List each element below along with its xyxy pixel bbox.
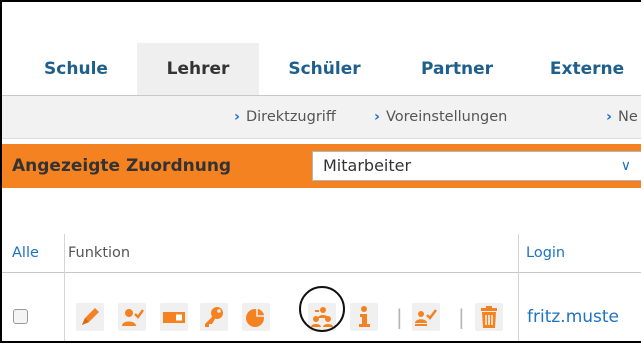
group-assign-icon[interactable] (308, 303, 336, 331)
chevron-down-icon: ∨ (620, 158, 631, 174)
chevron-right-icon: › (234, 109, 240, 125)
breadcrumb-voreinstellungen[interactable]: › Voreinstellungen (374, 96, 507, 138)
tab-schueler[interactable]: Schüler (267, 43, 382, 95)
table-row: | | fritz.muste (2, 273, 641, 341)
row-checkbox[interactable] (13, 309, 28, 324)
user-check-icon[interactable] (118, 303, 146, 331)
pencil-icon[interactable] (76, 303, 104, 331)
select-all-link[interactable]: Alle (12, 234, 39, 272)
function-column-header: Funktion (68, 245, 131, 261)
assignment-select-value: Mitarbeiter (323, 156, 412, 175)
card-icon[interactable] (160, 303, 188, 331)
trash-icon[interactable] (475, 303, 503, 331)
chevron-right-icon: › (606, 109, 612, 125)
tab-schule[interactable]: Schule (28, 43, 124, 95)
breadcrumb-next[interactable]: › Ne (606, 96, 638, 138)
separator: | (458, 305, 465, 329)
assignment-bar: Angezeigte Zuordnung Mitarbeiter ∨ (2, 144, 641, 188)
info-icon[interactable] (350, 303, 378, 331)
pie-chart-icon[interactable] (242, 303, 270, 331)
login-column-header[interactable]: Login (526, 234, 565, 272)
assignment-label: Angezeigte Zuordnung (12, 156, 232, 176)
main-tabs: Schule Lehrer Schüler Partner Externe (2, 43, 641, 96)
breadcrumb: › Direktzugriff › Voreinstellungen › Ne (2, 96, 641, 139)
user-group-check-icon[interactable] (412, 303, 440, 331)
tab-partner[interactable]: Partner (397, 43, 517, 95)
separator: | (396, 305, 403, 329)
assignment-select[interactable]: Mitarbeiter ∨ (312, 151, 641, 181)
table-header: Alle Funktion Login (2, 234, 641, 273)
tab-externe[interactable]: Externe (527, 43, 641, 95)
app-window: Schule Lehrer Schüler Partner Externe › D… (0, 0, 641, 343)
breadcrumb-direktzugriff[interactable]: › Direktzugriff (234, 96, 336, 138)
key-icon[interactable] (200, 303, 228, 331)
login-link[interactable]: fritz.muste (527, 303, 619, 331)
chevron-right-icon: › (374, 109, 380, 125)
tab-lehrer[interactable]: Lehrer (137, 43, 259, 95)
